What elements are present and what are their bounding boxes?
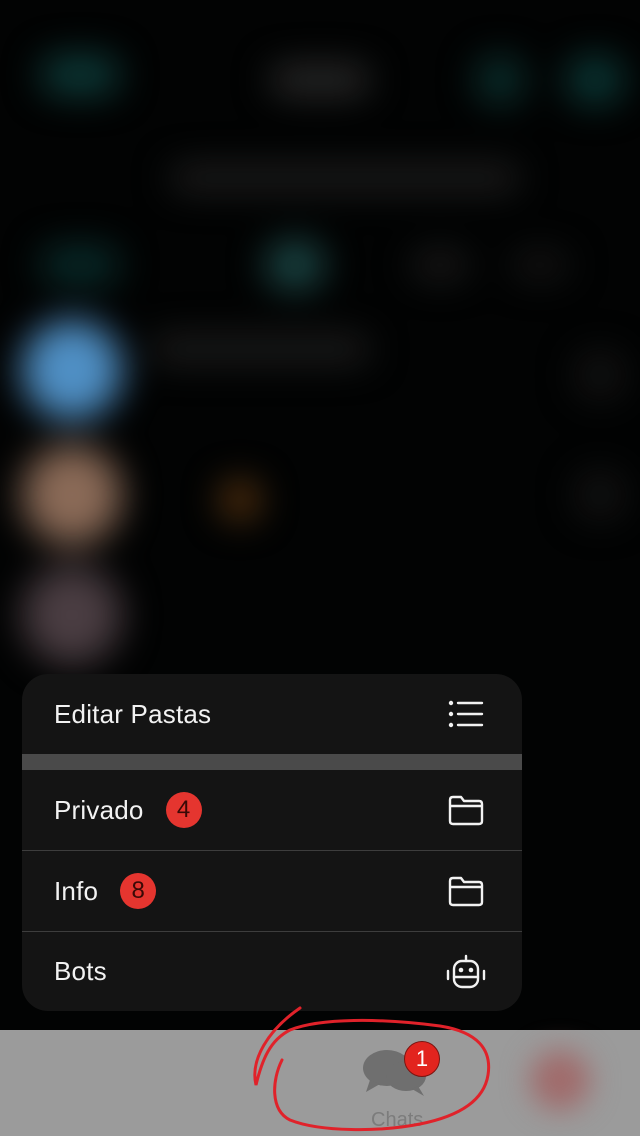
tab-chats-label: Chats (371, 1109, 424, 1131)
blurred-tab-icon (530, 1050, 590, 1110)
folders-context-menu: Editar Pastas Privado 4 Info 8 Bots (22, 674, 522, 1011)
menu-item-label: Privado (54, 794, 144, 825)
list-icon (446, 694, 486, 734)
menu-item-edit-folders[interactable]: Editar Pastas (22, 674, 522, 754)
chat-bubbles-icon (360, 1050, 430, 1104)
menu-item-label: Info (54, 875, 99, 906)
robot-icon (446, 952, 486, 992)
menu-item-label: Bots (54, 956, 107, 986)
folder-icon (446, 871, 486, 911)
tab-bar (0, 1030, 640, 1136)
screen: Editar Pastas Privado 4 Info 8 Bots 1 Ch… (0, 0, 640, 1136)
menu-item-folder-privado[interactable]: Privado 4 (22, 770, 522, 850)
unread-count-badge: 8 (120, 873, 157, 909)
folder-icon (446, 790, 486, 830)
menu-item-folder-info[interactable]: Info 8 (22, 851, 522, 931)
menu-section-separator (22, 754, 522, 770)
chats-unread-badge: 1 (404, 1041, 440, 1077)
menu-item-folder-bots[interactable]: Bots (22, 932, 522, 1011)
menu-item-label: Editar Pastas (54, 698, 212, 729)
unread-count-badge: 4 (165, 792, 202, 828)
